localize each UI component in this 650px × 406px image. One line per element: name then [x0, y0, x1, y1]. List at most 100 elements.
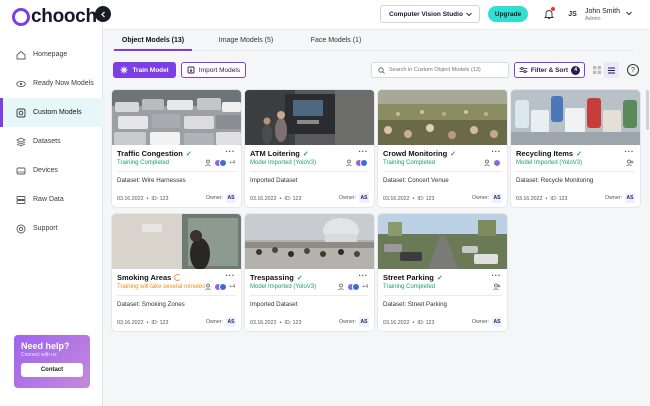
- shared-users[interactable]: +4: [205, 283, 235, 291]
- card-date: 03.16.2022: [383, 196, 410, 202]
- device-icon: [16, 166, 26, 176]
- sidebar-item-datasets[interactable]: Datasets: [0, 127, 103, 156]
- owner-label: Owner:: [338, 195, 356, 201]
- crowd-monitoring-image: [378, 90, 507, 145]
- sidebar-item-label: Raw Data: [33, 196, 64, 203]
- more-options-icon[interactable]: ···: [625, 147, 635, 156]
- card-status: Training will take several minutes: [117, 284, 206, 290]
- shared-users[interactable]: [626, 159, 634, 167]
- card-status: Model Imported (YoloV3): [516, 160, 583, 166]
- card-status: Model Imported (YoloV3): [250, 160, 317, 166]
- owner-badge: AS: [625, 193, 635, 203]
- recycling-items-image: [511, 90, 640, 145]
- model-card-atm-loitering[interactable]: ATM Loitering ✓ ··· Model Imported (YoloV…: [245, 90, 374, 207]
- atm-loitering-image: [245, 90, 374, 145]
- traffic-congestion-image: [112, 90, 241, 145]
- card-date: 03.16.2022: [383, 320, 410, 326]
- card-dataset: Dataset: Concert Venue: [383, 177, 449, 184]
- shared-users[interactable]: [346, 159, 368, 167]
- sliders-icon: [519, 66, 528, 74]
- model-card-recycling-items[interactable]: Recycling Items ✓ ··· Model Imported (Yol…: [511, 90, 640, 207]
- card-title: Traffic Congestion: [117, 149, 183, 158]
- help-subtitle: Connect with us: [21, 352, 57, 358]
- user-name[interactable]: John Smith: [585, 8, 620, 15]
- import-models-button[interactable]: Import Models: [181, 62, 246, 78]
- support-icon: [16, 224, 26, 234]
- model-card-trespassing[interactable]: Trespassing ✓ ··· Model Imported (YoloV3)…: [245, 214, 374, 331]
- model-card-smoking-areas[interactable]: Smoking Areas ··· Training will take sev…: [112, 214, 241, 331]
- card-dataset: Imported Dataset: [250, 177, 298, 184]
- more-users-count: +4: [229, 284, 235, 290]
- user-avatar[interactable]: JS: [566, 8, 579, 21]
- add-user-icon: [626, 159, 634, 167]
- more-options-icon[interactable]: ···: [359, 271, 369, 280]
- sidebar-item-homepage[interactable]: Homepage: [0, 40, 103, 69]
- model-card-crowd-monitoring[interactable]: Crowd Monitoring ✓ ··· Training Completed…: [378, 90, 507, 207]
- sidebar-item-custom-models[interactable]: Custom Models: [0, 98, 103, 127]
- card-dataset: Dataset: Smoking Zones: [117, 301, 185, 308]
- notification-dot: [551, 7, 555, 11]
- card-status: Training Completed: [383, 284, 436, 290]
- add-user-icon: [346, 159, 352, 167]
- loading-spinner-icon: [174, 274, 182, 281]
- sidebar-item-support[interactable]: Support: [0, 214, 103, 243]
- more-options-icon[interactable]: ···: [492, 271, 502, 280]
- card-title: Recycling Items: [516, 149, 574, 158]
- check-icon: ✓: [302, 150, 309, 158]
- studio-select[interactable]: Computer Vision Studio: [380, 5, 480, 23]
- tab-face-models[interactable]: Face Models (1): [304, 37, 368, 51]
- train-model-button[interactable]: Train Model: [113, 62, 176, 78]
- studio-select-value: Computer Vision Studio: [389, 10, 463, 18]
- search-input[interactable]: [389, 67, 499, 73]
- card-id: ID: 123: [550, 196, 568, 202]
- card-date: 03.16.2022: [250, 320, 277, 326]
- contact-button[interactable]: Contact: [21, 363, 83, 377]
- model-tabs: Object Models (13) Image Models (5) Face…: [113, 37, 633, 51]
- tab-object-models[interactable]: Object Models (13): [114, 37, 192, 51]
- tab-image-models[interactable]: Image Models (5): [211, 37, 281, 51]
- shared-users[interactable]: +4: [205, 159, 235, 167]
- model-card-traffic-congestion[interactable]: Traffic Congestion ✓ ··· Training Complet…: [112, 90, 241, 207]
- card-dataset: Dataset: Street Parking: [383, 301, 447, 308]
- more-options-icon[interactable]: ···: [359, 147, 369, 156]
- owner-label: Owner:: [604, 195, 622, 201]
- sidebar-item-label: Support: [33, 225, 58, 232]
- avatar: [352, 283, 361, 291]
- card-date: 03.16.2022: [117, 320, 144, 326]
- shared-users[interactable]: [493, 283, 501, 291]
- collapse-sidebar-button[interactable]: [95, 6, 111, 22]
- chevron-down-icon: [466, 12, 472, 17]
- card-dataset: Imported Dataset: [250, 301, 298, 308]
- search-icon: [378, 66, 385, 74]
- logo[interactable]: chooch: [12, 6, 97, 30]
- chevron-down-icon[interactable]: [625, 9, 633, 17]
- import-icon: [187, 66, 195, 74]
- shared-users[interactable]: [484, 159, 501, 167]
- upgrade-button[interactable]: Upgrade: [488, 6, 528, 22]
- list-view-button[interactable]: [604, 62, 619, 78]
- card-id: ID: 123: [417, 196, 435, 202]
- logo-mark-icon: [12, 8, 30, 26]
- more-options-icon[interactable]: ···: [492, 147, 502, 156]
- sidebar-item-label: Devices: [33, 167, 58, 174]
- sidebar-item-ready-now-models[interactable]: Ready Now Models: [0, 69, 103, 98]
- sidebar-item-raw-data[interactable]: Raw Data: [0, 185, 103, 214]
- card-status: Training Completed: [383, 160, 436, 166]
- dot-separator: •: [412, 196, 415, 202]
- grid-view-icon[interactable]: [591, 64, 603, 76]
- shared-users[interactable]: +4: [338, 283, 368, 291]
- scrollbar[interactable]: [646, 90, 649, 130]
- sidebar-item-devices[interactable]: Devices: [0, 156, 103, 185]
- help-icon[interactable]: ?: [627, 64, 639, 76]
- list-view-icon: [608, 67, 615, 73]
- owner-badge: AS: [492, 317, 502, 327]
- sidebar-item-label: Homepage: [33, 51, 68, 58]
- owner-badge: AS: [226, 193, 236, 203]
- more-options-icon[interactable]: ···: [226, 271, 236, 280]
- card-title: Crowd Monitoring: [383, 149, 448, 158]
- filter-sort-button[interactable]: Filter & Sort 4: [514, 62, 585, 78]
- model-card-street-parking[interactable]: Street Parking ✓ ··· Training Completed D…: [378, 214, 507, 331]
- more-options-icon[interactable]: ···: [226, 147, 236, 156]
- divider: [250, 171, 369, 172]
- check-icon: ✓: [296, 274, 303, 282]
